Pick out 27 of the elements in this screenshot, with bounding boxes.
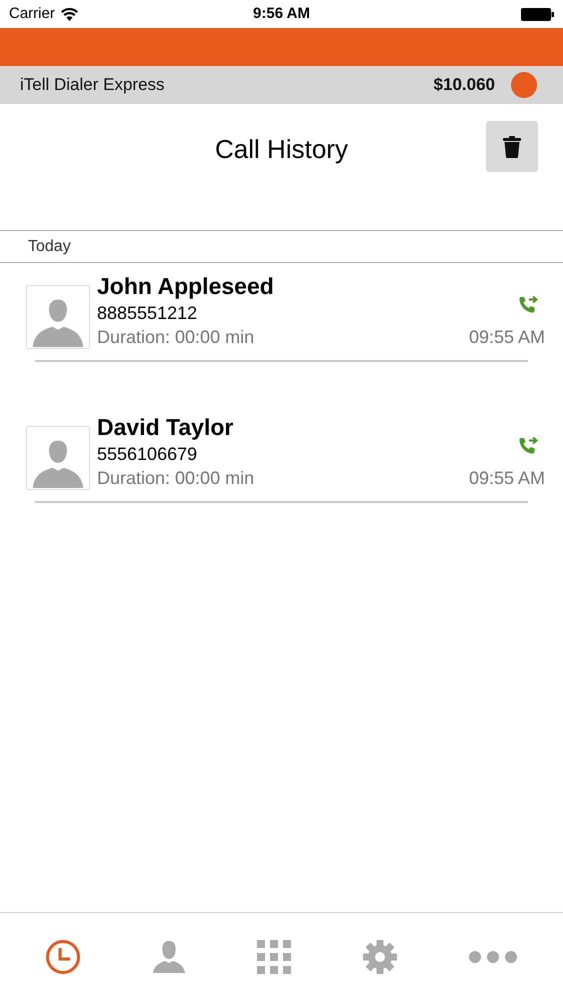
- wifi-icon: [60, 8, 78, 20]
- battery-icon: [521, 8, 554, 20]
- delete-button[interactable]: [486, 121, 538, 172]
- contact-name: John Appleseed: [97, 272, 275, 301]
- screen-title: Call History: [215, 133, 348, 164]
- keypad-icon[interactable]: [257, 940, 292, 974]
- call-time: 09:55 AM: [468, 326, 545, 349]
- avatar-icon: [26, 426, 90, 490]
- settings-icon[interactable]: [362, 938, 398, 974]
- section-header: Today: [28, 236, 71, 256]
- call-row[interactable]: David Taylor 5556106679 Duration: 00:00 min 09:55 AM: [0, 410, 563, 551]
- person-icon[interactable]: [151, 938, 188, 974]
- app-name: iTell Dialer Express: [20, 74, 165, 96]
- avatar-icon: [26, 285, 90, 349]
- trash-icon: [503, 136, 521, 158]
- more-icon[interactable]: [468, 950, 518, 964]
- contact-name: David Taylor: [97, 413, 234, 442]
- carrier-label: Carrier: [9, 4, 55, 24]
- call-duration: Duration: 00:00 min: [97, 467, 256, 490]
- clock-icon[interactable]: [45, 938, 82, 974]
- phone-number: 5556106679: [97, 443, 198, 466]
- balance-amount: $10.060: [434, 74, 495, 96]
- call-time: 09:55 AM: [468, 467, 545, 490]
- clock-time: 9:56 AM: [253, 4, 310, 24]
- call-row[interactable]: John Appleseed 8885551212 Duration: 00:00 min 09:55 AM: [0, 269, 563, 410]
- phone-number: 8885551212: [97, 302, 198, 325]
- call-duration: Duration: 00:00 min: [97, 326, 256, 349]
